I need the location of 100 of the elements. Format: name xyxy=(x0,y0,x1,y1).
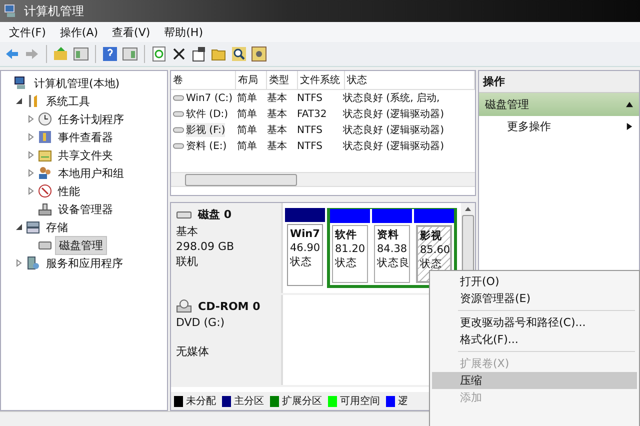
disk-status: 无媒体 xyxy=(176,344,210,359)
partition-block[interactable]: Win7 46.90 状态 xyxy=(287,224,323,286)
disk-size: 298.09 GB xyxy=(176,239,236,254)
column-header[interactable]: 状态 xyxy=(345,71,475,89)
refresh-icon[interactable] xyxy=(151,46,167,62)
partition-size: 81.20 xyxy=(335,242,365,256)
legend-label: 未分配 xyxy=(186,394,216,408)
partition-block[interactable]: 软件 81.20 状态 xyxy=(332,225,368,283)
drive-icon xyxy=(173,94,184,102)
help-icon[interactable] xyxy=(102,46,118,62)
pane-icon[interactable] xyxy=(73,46,89,62)
collapse-caret-icon[interactable] xyxy=(626,101,633,108)
back-icon[interactable] xyxy=(4,46,20,62)
partition-label: Win7 xyxy=(290,227,320,241)
computer-icon xyxy=(4,4,18,18)
tree-item[interactable]: 任务计划程序 xyxy=(55,110,127,128)
context-menu-item[interactable]: 更改驱动器号和路径(C)... xyxy=(432,314,637,331)
tree-item[interactable]: 性能 xyxy=(55,182,83,200)
table-cell-text: 状态良好 (逻辑驱动器) xyxy=(342,108,445,121)
actions-header: 操作 xyxy=(479,71,639,93)
collapsed-arrow-icon[interactable] xyxy=(27,187,35,195)
context-menu-item[interactable]: 资源管理器(E) xyxy=(432,290,637,307)
shared-folder-icon xyxy=(38,148,52,162)
forward-icon[interactable] xyxy=(24,46,40,62)
action-link[interactable]: 更多操作 xyxy=(507,119,551,134)
pane-icon[interactable] xyxy=(122,46,138,62)
partition-size: 46.90 xyxy=(290,241,320,255)
partition-status: 状态 xyxy=(335,256,358,270)
legend-label: 逻 xyxy=(398,394,408,408)
menu-item[interactable]: 操作(A) xyxy=(54,22,104,42)
volume-name[interactable]: 影视 (F:) xyxy=(186,123,226,137)
collapsed-arrow-icon[interactable] xyxy=(27,169,35,177)
partition-label: 资料 xyxy=(377,228,400,242)
menu-item[interactable]: 查看(V) xyxy=(107,22,156,42)
tree-item[interactable]: 本地用户和组 xyxy=(55,164,127,182)
context-menu-item[interactable]: 格式化(F)... xyxy=(432,331,637,348)
tree-item[interactable]: 设备管理器 xyxy=(55,200,116,218)
column-header[interactable]: 布局 xyxy=(236,71,267,89)
users-icon xyxy=(38,166,52,180)
table-cell-text: NTFS xyxy=(296,140,324,152)
tree-item[interactable]: 存储 xyxy=(43,218,71,236)
table-cell-text: 状态良好 (系统, 启动, xyxy=(342,92,441,105)
column-header[interactable]: 文件系统 xyxy=(298,71,345,89)
delete-icon[interactable] xyxy=(171,46,187,62)
context-menu-item[interactable]: 压缩 xyxy=(432,372,637,389)
folder-up-icon[interactable] xyxy=(53,46,69,62)
table-cell-text: 基本 xyxy=(266,140,288,153)
volume-name[interactable]: Win7 (C:) xyxy=(186,92,232,104)
table-cell-text: NTFS xyxy=(296,92,324,104)
partition-status: 状态良 xyxy=(377,256,407,270)
scroll-up-icon[interactable] xyxy=(464,206,472,212)
tree-item[interactable]: 系统工具 xyxy=(43,92,93,110)
expanded-arrow-icon[interactable] xyxy=(15,97,23,105)
partition-status: 状态 xyxy=(290,255,313,269)
menu-item[interactable]: 帮助(H) xyxy=(159,22,208,42)
tree-item[interactable]: 共享文件夹 xyxy=(55,146,116,164)
menu-item[interactable]: 文件(F) xyxy=(4,22,51,42)
partition-block[interactable]: 资料 84.38 状态良 xyxy=(374,225,410,283)
disk-status: 联机 xyxy=(176,254,199,269)
collapsed-arrow-icon[interactable] xyxy=(27,151,35,159)
table-cell-text: 简单 xyxy=(236,108,258,121)
drive-icon xyxy=(173,142,184,150)
disk-name: CD-ROM 0 xyxy=(198,300,260,312)
disk-type: DVD (G:) xyxy=(176,315,226,330)
collapsed-arrow-icon[interactable] xyxy=(27,133,35,141)
table-cell-text: NTFS xyxy=(296,124,324,136)
drive-icon xyxy=(173,110,184,118)
collapsed-arrow-icon[interactable] xyxy=(15,259,23,267)
tree-item[interactable]: 事件查看器 xyxy=(55,128,116,146)
table-cell-text: 简单 xyxy=(236,124,258,137)
partition-status: 状态 xyxy=(420,257,443,271)
gauge-icon xyxy=(38,184,52,198)
storage-icon xyxy=(26,220,40,234)
table-cell-text: 状态良好 (逻辑驱动器) xyxy=(342,140,445,153)
legend-label: 可用空间 xyxy=(340,394,380,408)
volume-name[interactable]: 软件 (D:) xyxy=(186,107,228,121)
expanded-arrow-icon[interactable] xyxy=(15,223,23,231)
horizontal-scrollbar[interactable] xyxy=(171,172,475,187)
column-header[interactable]: 卷 xyxy=(171,71,236,89)
submenu-caret-icon xyxy=(626,123,633,130)
legend-label: 扩展分区 xyxy=(282,394,322,408)
cd-drive-icon xyxy=(176,299,192,313)
table-cell-text: 简单 xyxy=(236,140,258,153)
volume-name[interactable]: 资料 (E:) xyxy=(186,139,227,153)
search-icon[interactable] xyxy=(231,46,247,62)
partition-label: 软件 xyxy=(335,228,358,242)
tree-item[interactable]: 计算机管理(本地) xyxy=(31,74,123,92)
legend-label: 主分区 xyxy=(234,394,264,408)
window-title: 计算机管理 xyxy=(24,2,84,20)
properties-icon[interactable] xyxy=(191,46,207,62)
services-icon xyxy=(26,256,40,270)
column-header[interactable]: 类型 xyxy=(267,71,298,89)
collapsed-arrow-icon[interactable] xyxy=(27,115,35,123)
table-cell-text: 基本 xyxy=(266,92,288,105)
actions-section-header[interactable]: 磁盘管理 xyxy=(479,93,639,116)
tree-item[interactable]: 磁盘管理 xyxy=(55,236,107,254)
event-log-icon xyxy=(38,130,52,144)
tree-item[interactable]: 服务和应用程序 xyxy=(43,254,126,272)
table-cell-text: 基本 xyxy=(266,108,288,121)
clock-icon xyxy=(38,112,52,126)
